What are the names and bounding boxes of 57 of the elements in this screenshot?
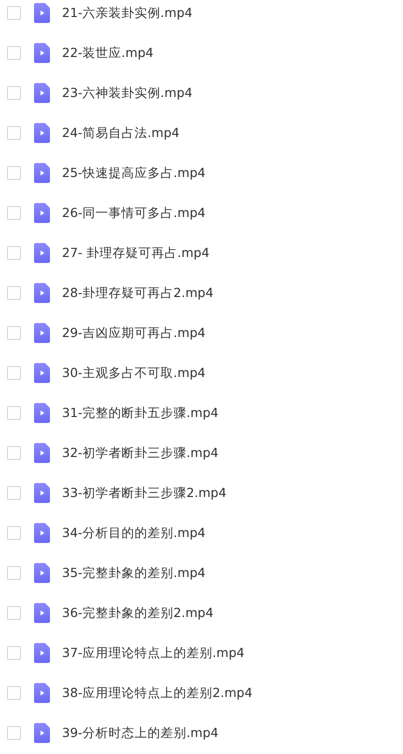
file-name[interactable]: 29-吉凶应期可再占.mp4: [62, 324, 206, 342]
checkbox[interactable]: [7, 566, 21, 580]
checkbox[interactable]: [7, 446, 21, 460]
file-name[interactable]: 21-六亲装卦实例.mp4: [62, 4, 192, 22]
video-file-icon: [34, 683, 50, 703]
video-file-icon: [34, 43, 50, 63]
checkbox[interactable]: [7, 526, 21, 540]
video-file-icon: [34, 203, 50, 223]
checkbox[interactable]: [7, 46, 21, 60]
file-name[interactable]: 38-应用理论特点上的差别2.mp4: [62, 684, 252, 702]
checkbox[interactable]: [7, 646, 21, 660]
video-file-icon: [34, 243, 50, 263]
video-file-icon: [34, 3, 50, 23]
file-name[interactable]: 35-完整卦象的差别.mp4: [62, 564, 206, 582]
checkbox[interactable]: [7, 606, 21, 620]
checkbox[interactable]: [7, 86, 21, 100]
file-name[interactable]: 32-初学者断卦三步骤.mp4: [62, 444, 218, 462]
file-name[interactable]: 24-简易自占法.mp4: [62, 124, 180, 142]
video-file-icon: [34, 523, 50, 543]
file-name[interactable]: 33-初学者断卦三步骤2.mp4: [62, 484, 226, 502]
file-name[interactable]: 28-卦理存疑可再占2.mp4: [62, 284, 214, 302]
file-name[interactable]: 31-完整的断卦五步骤.mp4: [62, 404, 218, 422]
checkbox[interactable]: [7, 486, 21, 500]
video-file-icon: [34, 643, 50, 663]
video-file-icon: [34, 283, 50, 303]
checkbox[interactable]: [7, 206, 21, 220]
video-file-icon: [34, 323, 50, 343]
checkbox[interactable]: [7, 366, 21, 380]
video-file-icon: [34, 123, 50, 143]
file-name[interactable]: 22-装世应.mp4: [62, 44, 154, 62]
checkbox[interactable]: [7, 286, 21, 300]
video-file-icon: [34, 163, 50, 183]
checkbox[interactable]: [7, 406, 21, 420]
checkbox[interactable]: [7, 326, 21, 340]
video-file-icon: [34, 723, 50, 743]
file-name[interactable]: 26-同一事情可多占.mp4: [62, 204, 206, 222]
video-file-icon: [34, 603, 50, 623]
file-name[interactable]: 23-六神装卦实例.mp4: [62, 84, 192, 102]
video-file-icon: [34, 363, 50, 383]
file-name[interactable]: 34-分析目的的差别.mp4: [62, 524, 206, 542]
video-file-icon: [34, 403, 50, 423]
video-file-icon: [34, 83, 50, 103]
video-file-icon: [34, 483, 50, 503]
file-name[interactable]: 36-完整卦象的差别2.mp4: [62, 604, 214, 622]
file-name[interactable]: 25-快速提高应多占.mp4: [62, 164, 206, 182]
checkbox[interactable]: [7, 126, 21, 140]
file-name[interactable]: 37-应用理论特点上的差别.mp4: [62, 644, 244, 662]
video-file-icon: [34, 443, 50, 463]
checkbox[interactable]: [7, 246, 21, 260]
video-file-icon: [34, 563, 50, 583]
file-name[interactable]: 30-主观多占不可取.mp4: [62, 364, 206, 382]
checkbox[interactable]: [7, 6, 21, 20]
checkbox[interactable]: [7, 166, 21, 180]
checkbox[interactable]: [7, 686, 21, 700]
checkbox[interactable]: [7, 726, 21, 740]
file-name[interactable]: 39-分析时态上的差别.mp4: [62, 724, 218, 742]
file-name[interactable]: 27- 卦理存疑可再占.mp4: [62, 244, 210, 262]
